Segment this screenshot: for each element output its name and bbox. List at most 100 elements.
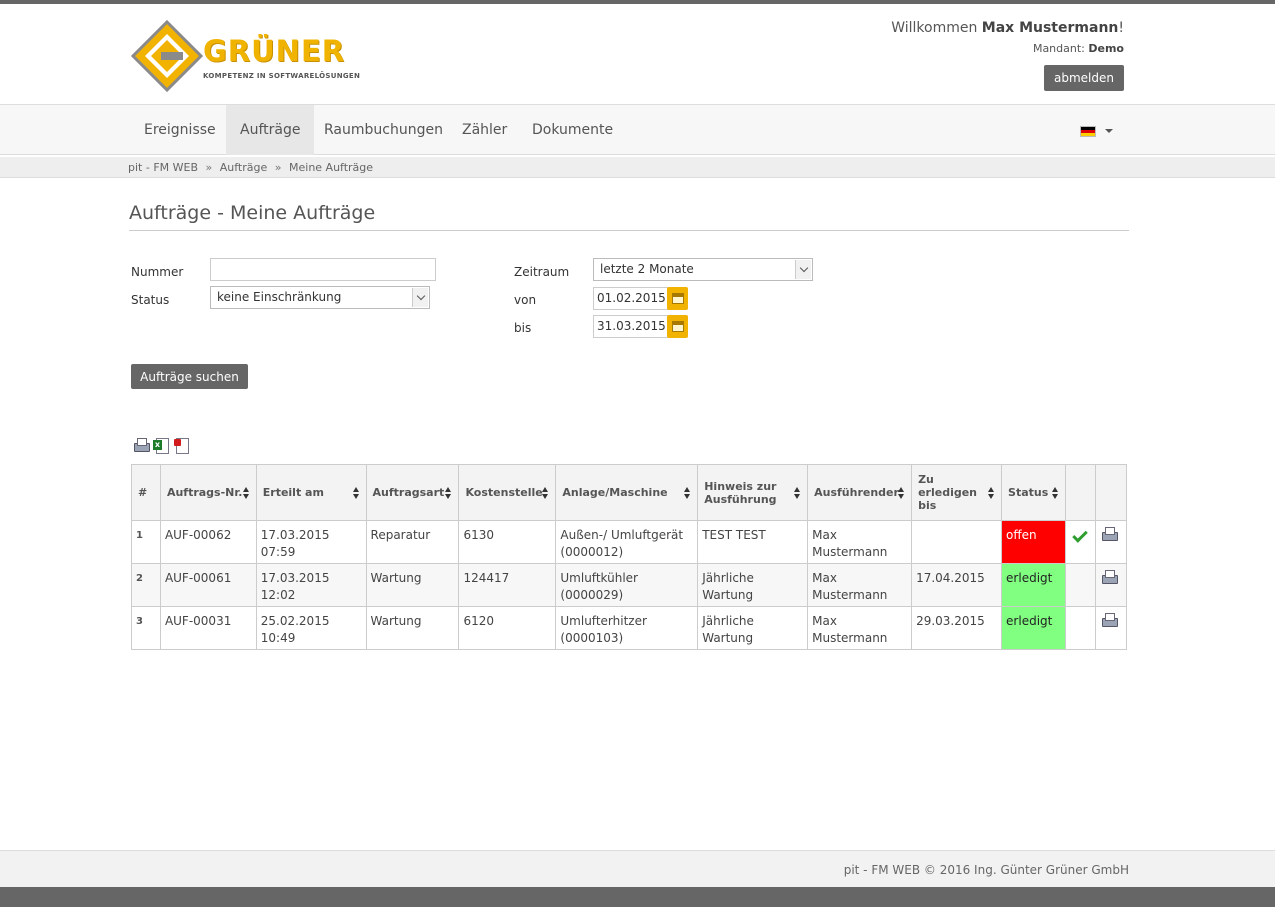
column-header-status[interactable]: Status: [1001, 464, 1066, 521]
column-header-action: [1064, 464, 1096, 521]
sort-icon[interactable]: [542, 486, 549, 499]
logo-diamond-icon: [130, 19, 204, 93]
table-header-row: # Auftrags-Nr. Erteilt am Auftragsart Ko…: [131, 464, 1128, 521]
table-row[interactable]: 3 AUF-00031 25.02.2015 10:49 Wartung 612…: [131, 606, 1128, 650]
german-flag-icon: [1080, 125, 1096, 137]
status-badge: erledigt: [1001, 563, 1066, 607]
column-header-erteilt-am[interactable]: Erteilt am: [255, 464, 367, 521]
von-calendar-button[interactable]: [667, 287, 688, 310]
cell-auftragsart: Wartung: [365, 606, 460, 650]
sort-icon[interactable]: [352, 486, 360, 499]
column-header-label: Auftragsart: [372, 486, 445, 499]
column-header-label: Erteilt am: [262, 486, 324, 499]
column-header-kostenstelle[interactable]: Kostenstelle: [458, 464, 557, 521]
row-number: 1: [131, 520, 161, 564]
calendar-icon: [671, 321, 684, 332]
von-date-input[interactable]: 01.02.2015: [593, 287, 669, 310]
breadcrumb: pit - FM WEB » Aufträge » Meine Aufträge: [128, 161, 373, 174]
logo-title: GRÜNER: [203, 34, 346, 68]
cell-auftragsart: Wartung: [365, 563, 460, 607]
search-orders-button[interactable]: Aufträge suchen: [131, 364, 248, 389]
column-header-hinweis[interactable]: Hinweis zur Ausführung: [697, 464, 809, 521]
column-header-ausfuehrender[interactable]: Ausführender: [807, 464, 913, 521]
breadcrumb-home[interactable]: pit - FM WEB: [128, 161, 198, 174]
sort-icon[interactable]: [1051, 486, 1059, 499]
sort-icon[interactable]: [794, 486, 801, 499]
orders-table: # Auftrags-Nr. Erteilt am Auftragsart Ko…: [131, 464, 1128, 650]
status-badge: offen: [1001, 520, 1066, 564]
sort-icon[interactable]: [445, 486, 452, 499]
sort-icon[interactable]: [684, 486, 691, 499]
breadcrumb-auftraege[interactable]: Aufträge: [220, 161, 268, 174]
logout-button[interactable]: abmelden: [1044, 65, 1124, 91]
column-header-label: Kostenstelle: [465, 486, 543, 499]
column-header-label: Auftrags-Nr.: [166, 486, 243, 499]
logo-subtitle: KOMPETENZ IN SOFTWARELÖSUNGEN: [203, 72, 361, 80]
cell-ausfuehrender: Max Mustermann: [807, 520, 913, 564]
print-icon[interactable]: [133, 437, 150, 453]
table-row[interactable]: 1 AUF-00062 17.03.2015 07:59 Reparatur 6…: [131, 520, 1128, 564]
breadcrumb-separator: »: [205, 161, 213, 174]
nummer-input[interactable]: [210, 258, 436, 281]
von-label: von: [514, 293, 537, 307]
bis-label: bis: [514, 321, 532, 335]
language-selector[interactable]: [1080, 124, 1120, 138]
checkmark-icon[interactable]: [1072, 527, 1088, 543]
column-header-label: Hinweis zur Ausführung: [704, 479, 777, 506]
cell-erteilt-am: 25.02.2015 10:49: [255, 606, 367, 650]
footer: pit - FM WEB © 2016 Ing. Günter Grüner G…: [0, 850, 1275, 887]
nav-item-dokumente[interactable]: Dokumente: [518, 105, 627, 155]
column-header-auftrags-nr[interactable]: Auftrags-Nr.: [159, 464, 257, 521]
pdf-export-icon[interactable]: [173, 437, 189, 454]
row-number: 2: [131, 563, 161, 607]
chevron-down-icon: [1105, 129, 1113, 133]
print-icon[interactable]: [1101, 570, 1118, 584]
cell-action: [1064, 563, 1096, 607]
nav-item-zaehler[interactable]: Zähler: [448, 105, 521, 155]
excel-export-icon[interactable]: [153, 437, 169, 454]
print-icon[interactable]: [1101, 613, 1118, 627]
column-header-zu-erledigen-bis[interactable]: Zu erledigen bis: [911, 464, 1003, 521]
breadcrumb-bar: pit - FM WEB » Aufträge » Meine Aufträge: [0, 157, 1275, 178]
column-header-anlage[interactable]: Anlage/Maschine: [555, 464, 699, 521]
nav-item-ereignisse[interactable]: Ereignisse: [130, 105, 230, 155]
cell-hinweis: TEST TEST: [697, 520, 809, 564]
column-header-label: Ausführender: [814, 486, 899, 499]
nav-item-raumbuchungen[interactable]: Raumbuchungen: [310, 105, 457, 155]
cell-auftragsart: Reparatur: [365, 520, 460, 564]
column-header-auftragsart[interactable]: Auftragsart: [365, 464, 460, 521]
welcome-suffix: !: [1118, 20, 1124, 36]
nav-item-auftraege[interactable]: Aufträge: [226, 105, 315, 155]
cell-action: [1064, 606, 1096, 650]
bis-date-input[interactable]: 31.03.2015: [593, 315, 669, 338]
cell-erteilt-am: 17.03.2015 12:02: [255, 563, 367, 607]
table-row[interactable]: 2 AUF-00061 17.03.2015 12:02 Wartung 124…: [131, 563, 1128, 607]
mandant-label: Mandant:: [1032, 42, 1089, 55]
sort-icon[interactable]: [898, 486, 905, 499]
cell-kostenstelle: 6130: [458, 520, 557, 564]
bis-calendar-button[interactable]: [667, 315, 688, 338]
breadcrumb-separator: »: [274, 161, 282, 174]
cell-auftrags-nr: AUF-00062: [159, 520, 257, 564]
footer-copyright: pit - FM WEB © 2016 Ing. Günter Grüner G…: [843, 863, 1129, 877]
status-select[interactable]: keine Einschränkung: [210, 286, 430, 309]
print-icon[interactable]: [1101, 527, 1118, 541]
company-logo[interactable]: GRÜNER KOMPETENZ IN SOFTWARELÖSUNGEN: [130, 19, 360, 93]
cell-ausfuehrender: Max Mustermann: [807, 606, 913, 650]
cell-zu-erledigen-bis: 17.04.2015: [911, 563, 1003, 607]
sort-icon[interactable]: [242, 486, 250, 499]
cell-zu-erledigen-bis: [911, 520, 1003, 564]
cell-ausfuehrender: Max Mustermann: [807, 563, 913, 607]
cell-hinweis: Jährliche Wartung: [697, 606, 809, 650]
column-header-label: Anlage/Maschine: [562, 486, 668, 499]
title-divider: [129, 230, 1129, 231]
zeitraum-label: Zeitraum: [514, 265, 570, 279]
sort-icon[interactable]: [988, 486, 995, 499]
main-nav: Ereignisse Aufträge Raumbuchungen Zähler…: [0, 104, 1275, 155]
zeitraum-select[interactable]: letzte 2 Monate: [593, 258, 813, 281]
calendar-icon: [671, 293, 684, 304]
mandant-value: Demo: [1088, 42, 1124, 55]
user-name: Max Mustermann: [981, 20, 1119, 36]
cell-kostenstelle: 6120: [458, 606, 557, 650]
row-number: 3: [131, 606, 161, 650]
